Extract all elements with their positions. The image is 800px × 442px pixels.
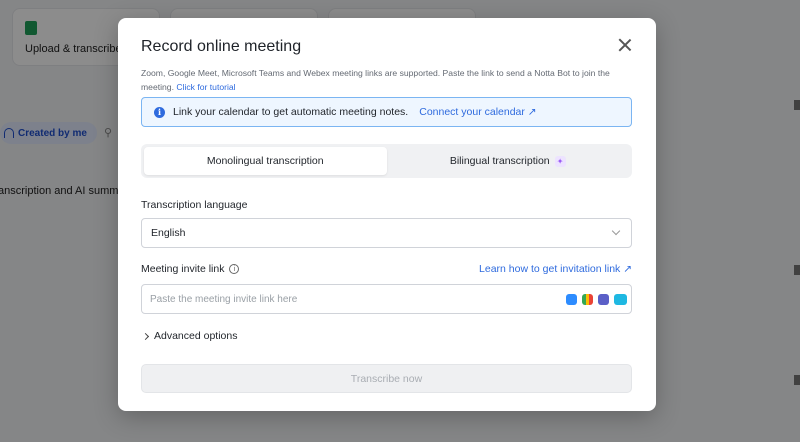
google-meet-icon [582,294,593,305]
chevron-right-icon [141,332,150,340]
calendar-banner: i Link your calendar to get automatic me… [141,97,632,127]
webex-icon [614,294,627,305]
tutorial-link[interactable]: Click for tutorial [176,82,235,92]
info-icon: i [154,106,165,118]
supported-apps [566,294,627,305]
transcription-mode-toggle: Monolingual transcription Bilingual tran… [141,144,632,178]
invite-link-field [141,284,632,314]
dialog-title: Record online meeting [141,38,302,55]
language-value: English [151,227,186,239]
connect-calendar-link[interactable]: Connect your calendar ↗ [419,106,536,118]
learn-invitation-link[interactable]: Learn how to get invitation link ↗ [479,263,632,275]
language-select[interactable]: English [141,218,632,248]
advanced-options-toggle[interactable]: Advanced options [141,330,238,342]
transcribe-now-button[interactable]: Transcribe now [141,364,632,393]
tab-bilingual[interactable]: Bilingual transcription ✦ [387,147,630,175]
invite-link-label-row: Meeting invite link i [141,263,240,275]
tab-bilingual-label: Bilingual transcription [449,155,550,167]
tab-monolingual-label: Monolingual transcription [206,155,324,167]
advanced-options-label: Advanced options [154,330,238,342]
banner-text: Link your calendar to get automatic meet… [173,106,409,118]
help-icon[interactable]: i [229,264,240,274]
teams-icon [598,294,609,305]
close-icon[interactable] [618,38,632,52]
zoom-icon [566,294,577,305]
chevron-down-icon [611,226,621,236]
tab-monolingual[interactable]: Monolingual transcription [144,147,387,175]
record-meeting-dialog: Record online meeting Zoom, Google Meet,… [118,18,656,411]
invite-link-label: Meeting invite link [141,263,225,275]
invite-link-input[interactable] [142,285,542,313]
sparkle-icon: ✦ [554,155,566,167]
dialog-description: Zoom, Google Meet, Microsoft Teams and W… [141,66,636,94]
language-label: Transcription language [141,199,248,211]
